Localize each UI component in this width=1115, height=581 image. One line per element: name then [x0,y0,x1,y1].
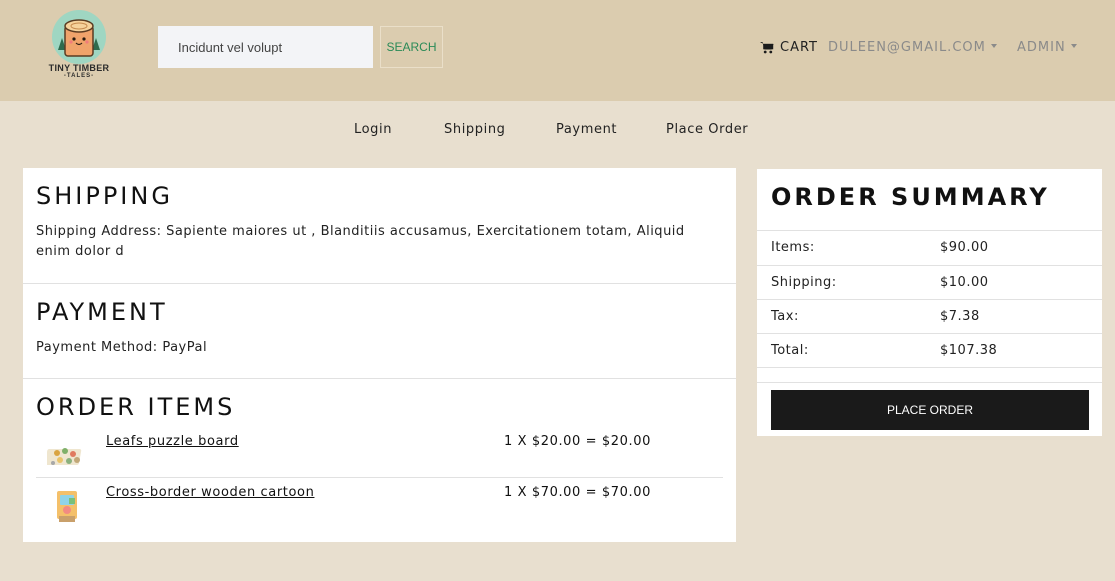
summary-value: $10.00 [940,275,989,290]
shipping-section: SHIPPING Shipping Address: Sapiente maio… [23,168,736,284]
summary-row-tax: Tax: $7.38 [757,299,1102,334]
summary-value: $7.38 [940,309,980,324]
summary-label: Items: [771,240,815,255]
item-name-link[interactable]: Cross-border wooden cartoon [106,485,314,500]
shipping-address: Shipping Address: Sapiente maiores ut , … [36,224,685,259]
logo-title: TINY TIMBER [48,63,110,73]
order-summary-card: ORDER SUMMARY Items: $90.00 Shipping: $1… [757,169,1102,436]
summary-label: Shipping: [771,275,837,290]
chevron-down-icon [990,44,997,48]
shopping-cart-icon [760,41,774,53]
list-item: Leafs puzzle board 1 X $20.00 = $20.00 [36,427,723,478]
chevron-down-icon [1070,44,1077,48]
list-item: Cross-border wooden cartoon 1 X $70.00 =… [36,478,723,529]
summary-divider [757,382,1102,383]
logo-subtitle: -TALES- [63,73,95,79]
user-email: DULEEN@GMAIL.COM [828,39,986,55]
puzzle-board-image [47,448,82,465]
wooden-cartoon-image [57,491,77,522]
top-navbar: TINY TIMBER -TALES- SEARCH CART DULEEN@G… [0,0,1115,101]
brand-logo[interactable]: TINY TIMBER -TALES- [34,6,124,94]
admin-dropdown[interactable]: ADMIN [1017,38,1077,56]
payment-section: PAYMENT Payment Method: PayPal [23,284,736,379]
place-order-button[interactable]: PLACE ORDER [771,390,1089,430]
item-price-calc: 1 X $70.00 = $70.00 [504,485,651,500]
order-items-heading: ORDER ITEMS [36,393,236,421]
summary-row-shipping: Shipping: $10.00 [757,265,1102,300]
summary-label: Tax: [771,309,799,324]
checkout-steps: Login Shipping Payment Place Order [0,122,1115,140]
search-input[interactable] [158,26,373,68]
admin-label: ADMIN [1017,39,1066,55]
payment-heading: PAYMENT [36,298,168,326]
order-items-list: Leafs puzzle board 1 X $20.00 = $20.00 C… [36,427,723,529]
step-payment[interactable]: Payment [556,122,617,137]
step-place-order[interactable]: Place Order [666,122,748,137]
summary-value: $107.38 [940,343,998,358]
step-login[interactable]: Login [354,122,392,137]
item-name-link[interactable]: Leafs puzzle board [106,434,239,449]
item-price-calc: 1 X $20.00 = $20.00 [504,434,651,449]
cart-label: CART [780,39,818,55]
cart-link[interactable]: CART [760,38,818,56]
user-dropdown[interactable]: DULEEN@GMAIL.COM [828,38,997,56]
summary-row-items: Items: $90.00 [757,230,1102,265]
summary-label: Total: [771,343,809,358]
order-summary-heading: ORDER SUMMARY [771,183,1050,211]
order-details-card: SHIPPING Shipping Address: Sapiente maio… [23,168,736,542]
tree-stump-logo-icon [52,10,106,64]
summary-row-total: Total: $107.38 [757,333,1102,368]
order-items-section: ORDER ITEMS Leafs puzzle board 1 X $20.0… [23,379,736,529]
payment-method: Payment Method: PayPal [36,340,208,355]
summary-value: $90.00 [940,240,989,255]
step-shipping[interactable]: Shipping [444,122,506,137]
search-button[interactable]: SEARCH [380,26,443,68]
shipping-heading: SHIPPING [36,182,173,210]
